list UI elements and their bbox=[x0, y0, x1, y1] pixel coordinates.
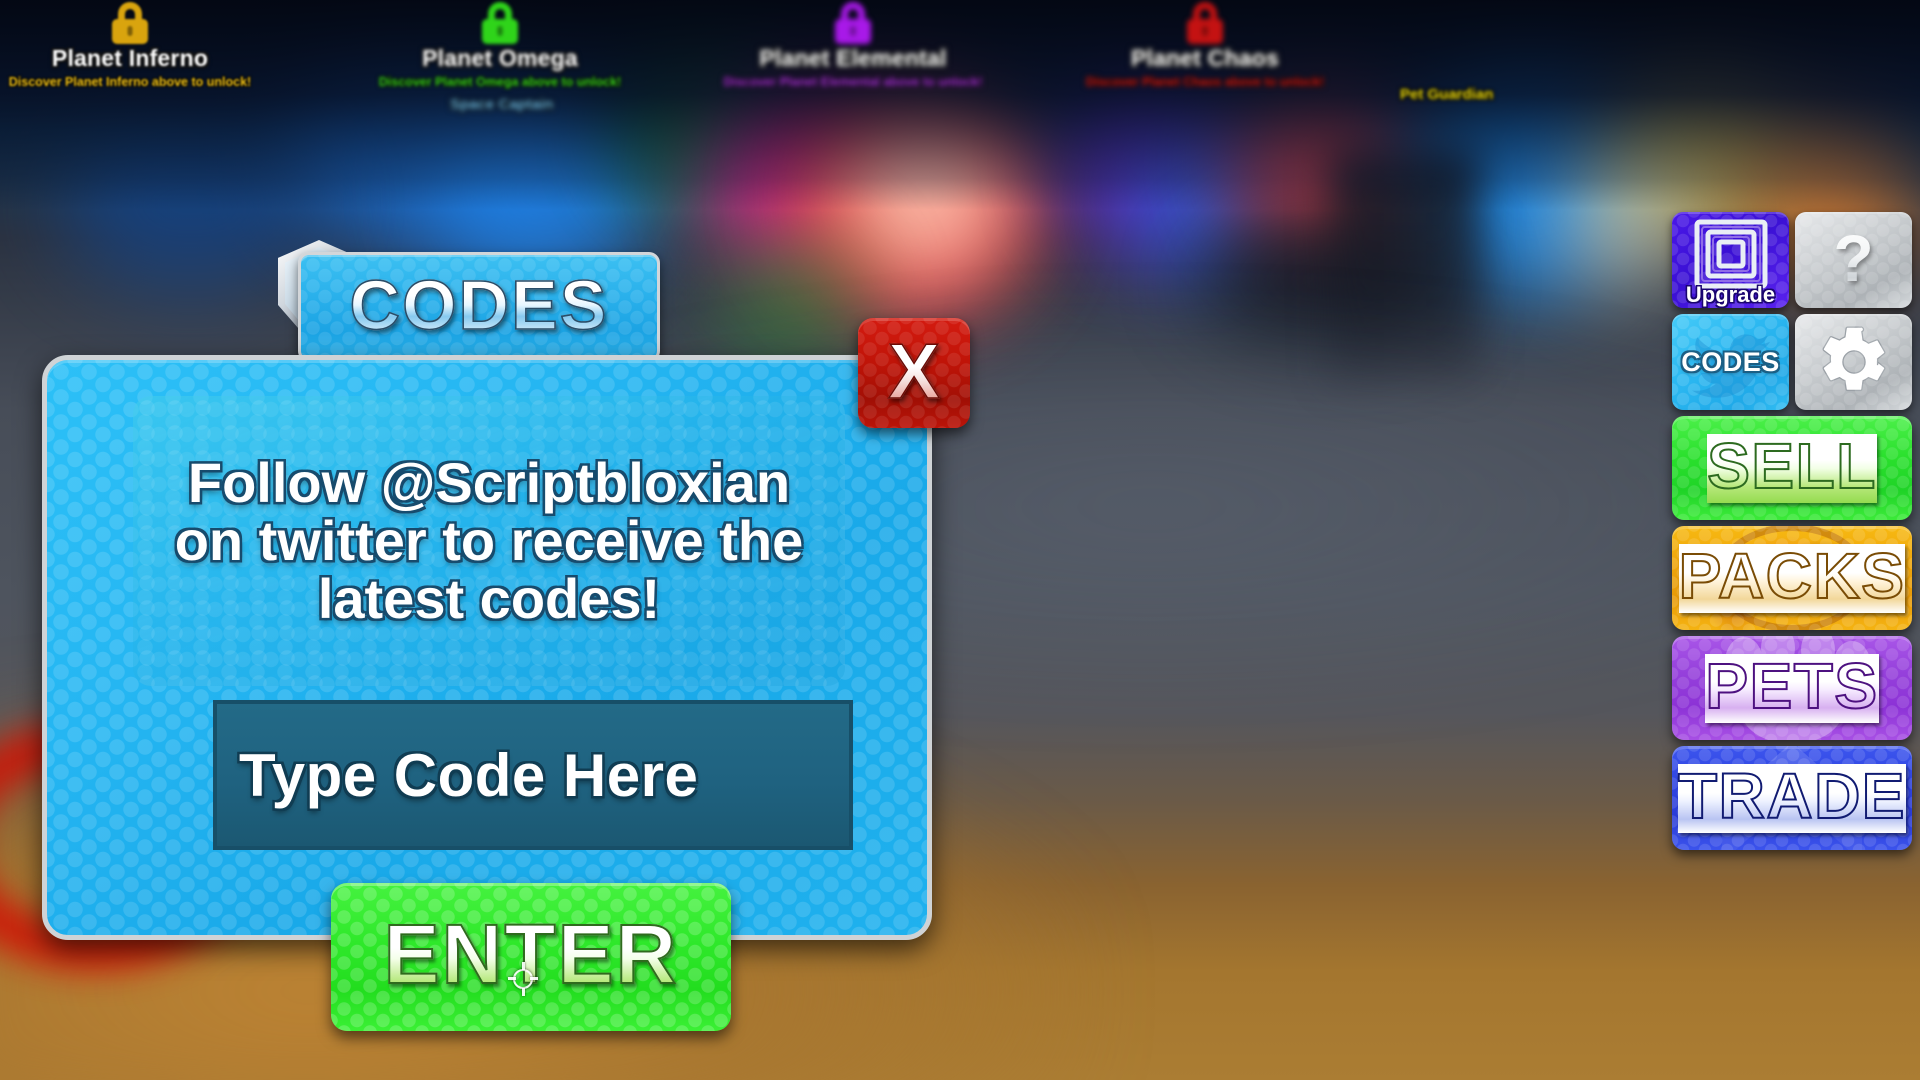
sidebar-row-second: CODES bbox=[1672, 314, 1912, 410]
question-mark-icon: ? bbox=[1833, 221, 1874, 295]
codes-dialog: CODES Follow @Scriptbloxian on twitter t… bbox=[42, 240, 932, 1031]
trade-label: TRADE bbox=[1677, 759, 1906, 833]
sidebar-row-top: Upgrade ? bbox=[1672, 212, 1912, 308]
sidebar: Upgrade ? CODES SELL PACKS PETS TRADE bbox=[1672, 212, 1912, 856]
code-input-placeholder: Type Code Here bbox=[239, 741, 699, 809]
spiral-icon bbox=[1694, 219, 1767, 289]
enter-button[interactable]: ENTER bbox=[331, 883, 731, 1031]
close-button[interactable]: X bbox=[858, 318, 970, 428]
sidebar-item-trade[interactable]: TRADE bbox=[1672, 746, 1912, 850]
dialog-title-banner: CODES bbox=[298, 252, 660, 362]
sidebar-item-settings[interactable] bbox=[1795, 314, 1912, 410]
dialog-panel: Follow @Scriptbloxian on twitter to rece… bbox=[42, 355, 932, 1031]
close-icon: X bbox=[887, 327, 941, 415]
codes-label: CODES bbox=[1681, 346, 1780, 377]
sell-label: SELL bbox=[1706, 429, 1877, 503]
gear-icon bbox=[1822, 326, 1885, 392]
sidebar-item-packs[interactable]: PACKS bbox=[1672, 526, 1912, 630]
sidebar-item-help[interactable]: ? bbox=[1795, 212, 1912, 308]
upgrade-label: Upgrade bbox=[1685, 282, 1776, 307]
bg-top-shade bbox=[0, 0, 1920, 210]
code-input-field[interactable]: Type Code Here bbox=[213, 700, 853, 850]
sidebar-item-pets[interactable]: PETS bbox=[1672, 636, 1912, 740]
sidebar-item-codes[interactable]: CODES bbox=[1672, 314, 1789, 410]
sidebar-item-sell[interactable]: SELL bbox=[1672, 416, 1912, 520]
enter-button-label: ENTER bbox=[383, 907, 679, 1001]
page-title: CODES bbox=[349, 265, 609, 344]
dialog-message-text: Follow @Scriptbloxian on twitter to rece… bbox=[174, 451, 804, 630]
packs-label: PACKS bbox=[1678, 539, 1906, 613]
sidebar-item-upgrade[interactable]: Upgrade bbox=[1672, 212, 1789, 308]
dialog-message-box: Follow @Scriptbloxian on twitter to rece… bbox=[133, 396, 845, 686]
pets-label: PETS bbox=[1704, 649, 1879, 723]
